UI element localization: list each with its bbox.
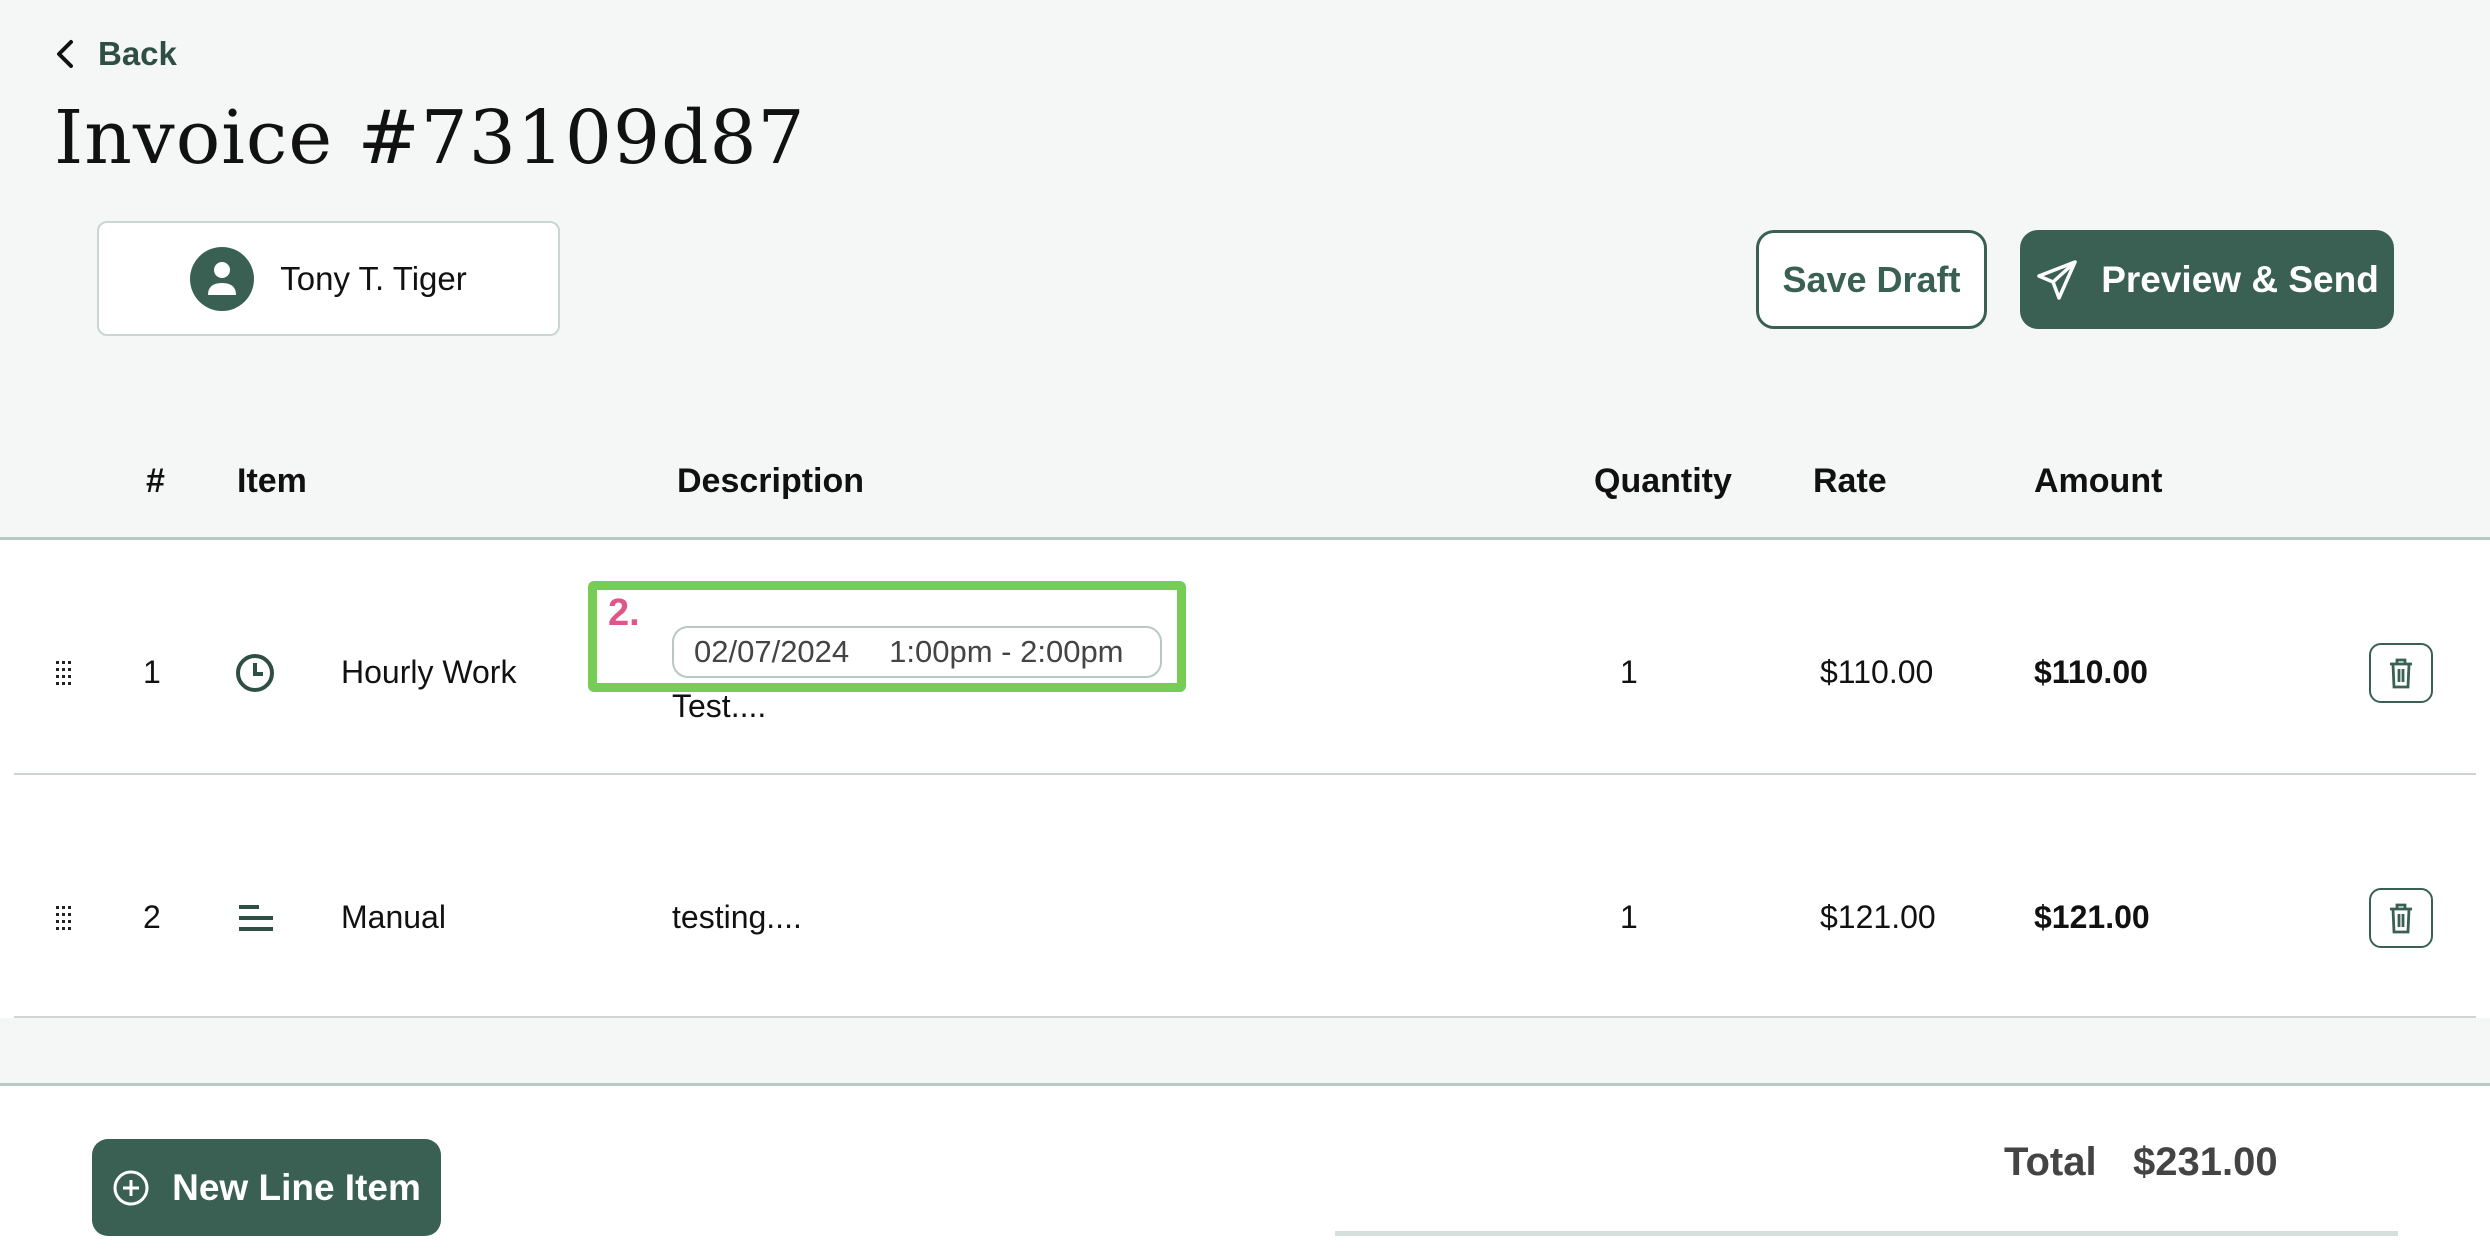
column-header-rate: Rate bbox=[1813, 462, 1887, 500]
column-header-amount: Amount bbox=[2034, 462, 2163, 500]
save-draft-button[interactable]: Save Draft bbox=[1756, 230, 1987, 329]
rate-value[interactable]: $121.00 bbox=[1820, 899, 1936, 936]
description-text[interactable]: testing.... bbox=[672, 899, 802, 936]
annotation-highlight-box bbox=[588, 581, 1186, 692]
amount-value: $110.00 bbox=[2034, 654, 2148, 690]
item-name: Manual bbox=[341, 899, 446, 935]
quantity-value[interactable]: 1 bbox=[1620, 654, 1638, 691]
row-number: 1 bbox=[143, 654, 161, 690]
preview-send-label: Preview & Send bbox=[2101, 258, 2379, 300]
item-name: Hourly Work bbox=[341, 654, 517, 690]
clock-icon bbox=[236, 654, 274, 692]
delete-row-button[interactable] bbox=[2369, 888, 2433, 948]
annotation-label: 2. bbox=[608, 592, 640, 634]
total-underline bbox=[1335, 1231, 2398, 1236]
lines-icon bbox=[239, 905, 273, 931]
back-label: Back bbox=[98, 35, 177, 72]
drag-handle-icon[interactable] bbox=[54, 905, 74, 931]
table-header: # Item Description Quantity Rate Amount bbox=[0, 430, 2490, 540]
column-header-description: Description bbox=[677, 462, 865, 500]
trash-icon bbox=[2390, 903, 2412, 934]
description-text[interactable]: Test.... bbox=[672, 688, 766, 725]
amount-value: $121.00 bbox=[2034, 899, 2150, 935]
preview-send-button[interactable]: Preview & Send bbox=[2020, 230, 2394, 329]
new-line-item-label: New Line Item bbox=[172, 1166, 421, 1208]
table-body: 1 Hourly Work 02/07/2024 1:00pm - 2:00pm… bbox=[0, 540, 2490, 1018]
delete-row-button[interactable] bbox=[2369, 643, 2433, 703]
column-header-item: Item bbox=[237, 462, 307, 500]
column-header-quantity: Quantity bbox=[1594, 462, 1732, 500]
row-number: 2 bbox=[143, 899, 161, 935]
back-link[interactable]: Back bbox=[54, 32, 177, 76]
person-icon bbox=[190, 246, 255, 311]
column-header-number: # bbox=[146, 462, 165, 500]
table-row: 1 Hourly Work 02/07/2024 1:00pm - 2:00pm… bbox=[0, 540, 2490, 775]
drag-handle-icon[interactable] bbox=[54, 660, 74, 686]
rate-value[interactable]: $110.00 bbox=[1820, 654, 1933, 691]
page-title: Invoice #73109d87 bbox=[54, 95, 806, 181]
new-line-item-button[interactable]: New Line Item bbox=[92, 1139, 441, 1236]
client-selector[interactable]: Tony T. Tiger bbox=[97, 221, 560, 336]
chevron-left-icon bbox=[57, 40, 73, 68]
save-draft-label: Save Draft bbox=[1782, 258, 1961, 300]
table-bottom-band bbox=[0, 1018, 2490, 1086]
quantity-value[interactable]: 1 bbox=[1620, 899, 1638, 936]
client-name: Tony T. Tiger bbox=[280, 259, 467, 297]
table-row: 2 Manual testing.... 1 $121.00 $121.00 bbox=[0, 775, 2490, 1018]
trash-icon bbox=[2390, 658, 2412, 689]
total-label: Total bbox=[2004, 1140, 2097, 1184]
plus-circle-icon bbox=[113, 1170, 149, 1205]
send-icon bbox=[2037, 259, 2077, 300]
total-value: $231.00 bbox=[2133, 1140, 2278, 1184]
